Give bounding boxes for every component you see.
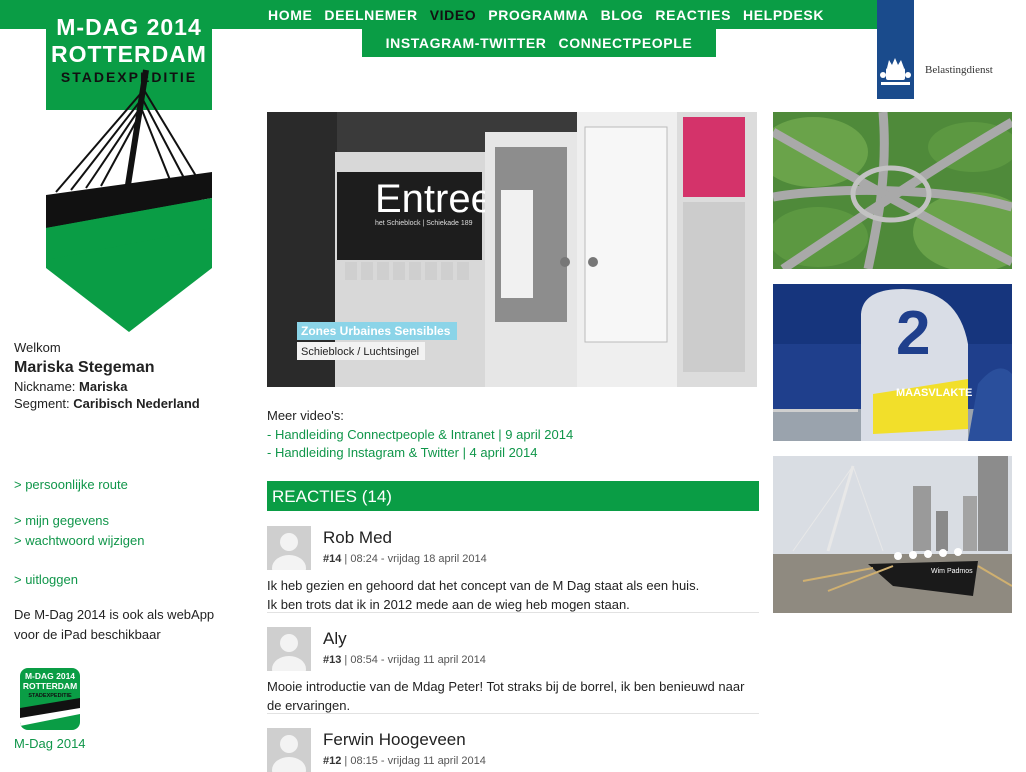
comment-author: Rob Med bbox=[323, 528, 392, 547]
video-sign-subtext: het Schieblock | Schiekade 189 bbox=[375, 220, 473, 227]
link-wachtwoord-wijzigen[interactable]: > wachtwoord wijzigen bbox=[14, 533, 144, 548]
nickname-label: Nickname: bbox=[14, 379, 76, 394]
comment-number: #13 bbox=[323, 654, 342, 666]
comment-item: Ferwin Hoogeveen #12 | 08:15 - vrijdag 1… bbox=[267, 728, 759, 772]
nav-instagram-twitter[interactable]: INSTAGRAM-TWITTER bbox=[380, 35, 553, 51]
comment-divider bbox=[267, 612, 759, 613]
video-frame: Entree het Schieblock | Schiekade 189 Zo… bbox=[267, 112, 757, 387]
comment-text: Ik heb gezien en gehoord dat het concept… bbox=[267, 578, 700, 612]
nickname-value: Mariska bbox=[79, 379, 128, 394]
more-videos-label: Meer video's: bbox=[267, 408, 344, 423]
photo-rowing-boat[interactable]: Wim Padmos bbox=[773, 456, 1012, 613]
avatar-placeholder-icon bbox=[267, 627, 311, 671]
maasvlakte-number: 2 bbox=[896, 299, 930, 368]
webapp-icon[interactable]: M-DAG 2014 ROTTERDAM STADEXPEDITIE bbox=[20, 668, 80, 730]
comment-meta: #13 | 08:54 - vrijdag 11 april 2014 bbox=[323, 654, 486, 666]
video-caption-subtitle: Schieblock / Luchtsingel bbox=[301, 346, 419, 358]
nav-programma[interactable]: PROGRAMMA bbox=[482, 7, 594, 23]
nav-blog[interactable]: BLOG bbox=[595, 7, 650, 23]
belastingdienst-logo-block[interactable] bbox=[877, 0, 914, 99]
comment-author: Ferwin Hoogeveen bbox=[323, 730, 466, 749]
maasvlakte-label: MAASVLAKTE bbox=[896, 387, 972, 399]
nav-helpdesk[interactable]: HELPDESK bbox=[737, 7, 830, 23]
segment-label: Segment: bbox=[14, 396, 70, 411]
link-mijn-gegevens[interactable]: > mijn gegevens bbox=[14, 513, 109, 528]
comment-number: #12 bbox=[323, 755, 342, 767]
comment-item: Aly #13 | 08:54 - vrijdag 11 april 2014 … bbox=[267, 627, 759, 715]
comment-number: #14 bbox=[323, 553, 342, 565]
crown-emblem-icon bbox=[880, 58, 911, 85]
nav-deelnemer[interactable]: DEELNEMER bbox=[318, 7, 423, 23]
comment-item: Rob Med #14 | 08:24 - vrijdag 18 april 2… bbox=[267, 526, 759, 614]
belastingdienst-label: Belastingdienst bbox=[925, 64, 993, 76]
comment-meta: #12 | 08:15 - vrijdag 11 april 2014 bbox=[323, 755, 486, 767]
main-nav: HOME DEELNEMER VIDEO PROGRAMMA BLOG REAC… bbox=[262, 0, 830, 29]
logo-text: M-DAG 2014 ROTTERDAM STADEXPEDITIE bbox=[46, 14, 212, 86]
comment-divider bbox=[267, 713, 759, 714]
video-player[interactable]: Entree het Schieblock | Schiekade 189 Zo… bbox=[267, 112, 757, 387]
secondary-nav: INSTAGRAM-TWITTER CONNECTPEOPLE bbox=[362, 29, 716, 57]
user-name: Mariska Stegeman bbox=[14, 359, 155, 376]
comment-date: | 08:24 - vrijdag 18 april 2014 bbox=[341, 553, 487, 565]
welcome-label: Welkom bbox=[14, 340, 61, 355]
logo-title: M-DAG 2014 bbox=[56, 14, 202, 40]
comment-date: | 08:54 - vrijdag 11 april 2014 bbox=[341, 654, 486, 666]
link-persoonlijke-route[interactable]: > persoonlijke route bbox=[14, 477, 128, 492]
logo-city: ROTTERDAM bbox=[51, 41, 207, 67]
m-dag-logo[interactable]: M-DAG 2014 ROTTERDAM STADEXPEDITIE bbox=[46, 0, 212, 332]
avatar-placeholder-icon bbox=[267, 728, 311, 772]
boat-label: Wim Padmos bbox=[931, 568, 973, 575]
webapp-icon-city: ROTTERDAM bbox=[23, 681, 77, 691]
link-uitloggen[interactable]: > uitloggen bbox=[14, 572, 78, 587]
video-link-connectpeople[interactable]: - Handleiding Connectpeople & Intranet |… bbox=[267, 427, 573, 442]
webapp-note: De M-Dag 2014 is ook als webApp voor de … bbox=[14, 607, 215, 642]
nav-connectpeople[interactable]: CONNECTPEOPLE bbox=[552, 35, 698, 51]
nav-reacties[interactable]: REACTIES bbox=[649, 7, 737, 23]
webapp-icon-title: M-DAG 2014 bbox=[25, 671, 75, 681]
segment-value: Caribisch Nederland bbox=[73, 396, 200, 411]
segment-row: Segment: Caribisch Nederland bbox=[14, 396, 244, 411]
more-videos: Meer video's: - Handleiding Connectpeopl… bbox=[267, 407, 573, 463]
logo-subtitle: STADEXPEDITIE bbox=[60, 69, 198, 85]
video-sign-text: Entree bbox=[375, 177, 493, 221]
photo-maasvlakte[interactable]: 2 MAASVLAKTE bbox=[773, 284, 1012, 441]
photo-highway-interchange[interactable] bbox=[773, 112, 1012, 269]
webapp-icon-subtitle: STADEXPEDITIE bbox=[28, 693, 72, 699]
comment-author: Aly bbox=[323, 629, 347, 648]
comment-date: | 08:15 - vrijdag 11 april 2014 bbox=[341, 755, 486, 767]
reacties-header: REACTIES (14) bbox=[267, 481, 759, 511]
nav-video[interactable]: VIDEO bbox=[424, 7, 483, 23]
user-info: Welkom Mariska Stegeman Nickname: Marisk… bbox=[14, 340, 244, 411]
nav-home[interactable]: HOME bbox=[262, 7, 318, 23]
nickname-row: Nickname: Mariska bbox=[14, 379, 244, 394]
webapp-link[interactable]: M-Dag 2014 bbox=[14, 736, 86, 751]
video-caption-title: Zones Urbaines Sensibles bbox=[301, 324, 451, 338]
comment-meta: #14 | 08:24 - vrijdag 18 april 2014 bbox=[323, 553, 487, 565]
avatar-placeholder-icon bbox=[267, 526, 311, 570]
webapp-icon-graphic: M-DAG 2014 ROTTERDAM STADEXPEDITIE bbox=[20, 671, 80, 726]
video-link-instagram[interactable]: - Handleiding Instagram & Twitter | 4 ap… bbox=[267, 445, 538, 460]
comment-text: Mooie introductie van de Mdag Peter! Tot… bbox=[267, 679, 745, 713]
